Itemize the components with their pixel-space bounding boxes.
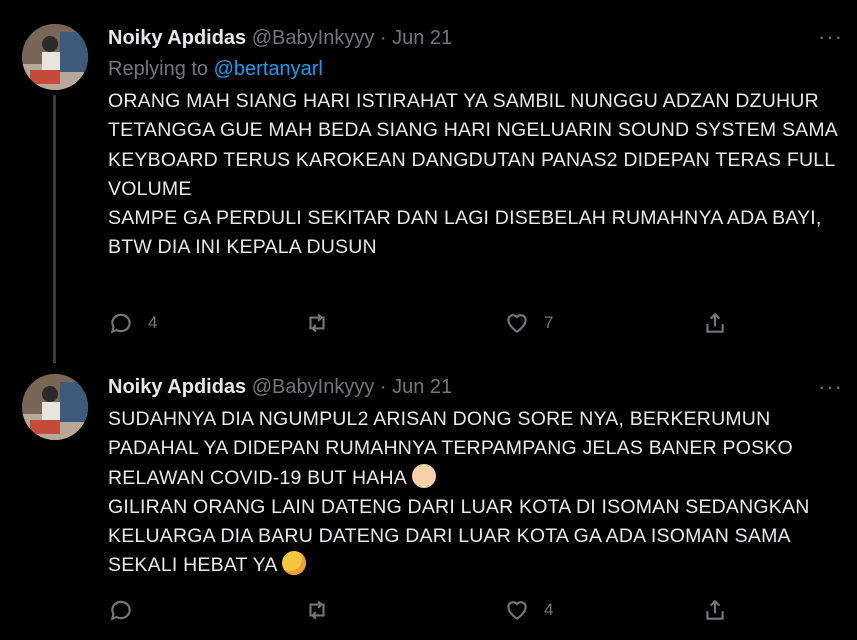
more-options-icon[interactable]: ···	[818, 24, 843, 50]
retweet-button[interactable]	[304, 597, 344, 623]
like-button[interactable]: 4	[504, 597, 553, 623]
retweet-icon	[309, 313, 325, 333]
more-options-icon[interactable]: ···	[818, 374, 843, 400]
tweet-text: SUDAHNYA DIA NGUMPUL2 ARISAN DONG SORE N…	[108, 405, 838, 581]
like-count: 7	[544, 313, 554, 332]
display-name[interactable]: Noiky Apdidas	[108, 376, 246, 398]
username[interactable]: @BabyInkyyy	[252, 376, 375, 398]
tweet-line-text: GILIRAN ORANG LAIN DATENG DARI LUAR KOTA…	[108, 495, 810, 577]
avatar[interactable]	[22, 24, 88, 90]
tweet-line: TETANGGA GUE MAH BEDA SIANG HARI NGELUAR…	[108, 119, 837, 200]
tweet-line: SUDAHNYA DIA NGUMPUL2 ARISAN DONG SORE N…	[108, 405, 838, 493]
replying-to-label: Replying to	[108, 58, 214, 80]
replying-to-handle[interactable]: @bertanyarl	[214, 58, 323, 80]
like-count: 4	[544, 600, 554, 619]
tweet-text: ORANG MAH SIANG HARI ISTIRAHAT YA SAMBIL…	[108, 87, 838, 263]
retweet-button[interactable]	[304, 310, 344, 336]
separator: ·	[379, 27, 387, 49]
reply-button[interactable]: 4	[108, 310, 157, 336]
tweet-header: Noiky Apdidas @BabyInkyyy · Jun 21	[108, 27, 452, 50]
timestamp[interactable]: Jun 21	[392, 376, 452, 398]
like-button[interactable]: 7	[504, 310, 553, 336]
share-button[interactable]	[702, 597, 728, 623]
tweet-line: GILIRAN ORANG LAIN DATENG DARI LUAR KOTA…	[108, 493, 838, 581]
heart-icon	[507, 314, 527, 333]
smiling-blush-emoji	[282, 551, 307, 576]
username[interactable]: @BabyInkyyy	[252, 27, 375, 49]
tweet-line: ORANG MAH SIANG HARI ISTIRAHAT YA SAMBIL…	[108, 90, 819, 112]
share-icon	[706, 312, 724, 333]
waving-hand-emoji	[411, 463, 436, 488]
reply-count: 4	[148, 313, 158, 332]
tweet-actions: 4	[108, 597, 748, 627]
tweet-line: SAMPE GA PERDULI SEKITAR DAN LAGI DISEBE…	[108, 207, 822, 259]
share-button[interactable]	[702, 310, 728, 336]
separator: ·	[379, 376, 387, 398]
reply-icon	[110, 600, 131, 621]
tweet-actions: 4 7	[108, 310, 748, 340]
retweet-icon	[309, 600, 325, 620]
avatar[interactable]	[22, 374, 88, 440]
share-icon	[706, 599, 724, 620]
reply-button[interactable]	[108, 597, 148, 623]
timestamp[interactable]: Jun 21	[392, 27, 452, 49]
tweet-line-text: SUDAHNYA DIA NGUMPUL2 ARISAN DONG SORE N…	[108, 408, 793, 489]
reply-icon	[110, 313, 131, 334]
replying-to: Replying to @bertanyarl	[108, 58, 323, 81]
heart-icon	[507, 601, 527, 620]
display-name[interactable]: Noiky Apdidas	[108, 27, 246, 49]
thread-line	[53, 95, 56, 363]
tweet-2[interactable]: Noiky Apdidas @BabyInkyyy · Jun 21 ··· S…	[0, 360, 857, 640]
tweet-header: Noiky Apdidas @BabyInkyyy · Jun 21	[108, 376, 452, 399]
tweet-1[interactable]: Noiky Apdidas @BabyInkyyy · Jun 21 ··· R…	[0, 0, 857, 363]
